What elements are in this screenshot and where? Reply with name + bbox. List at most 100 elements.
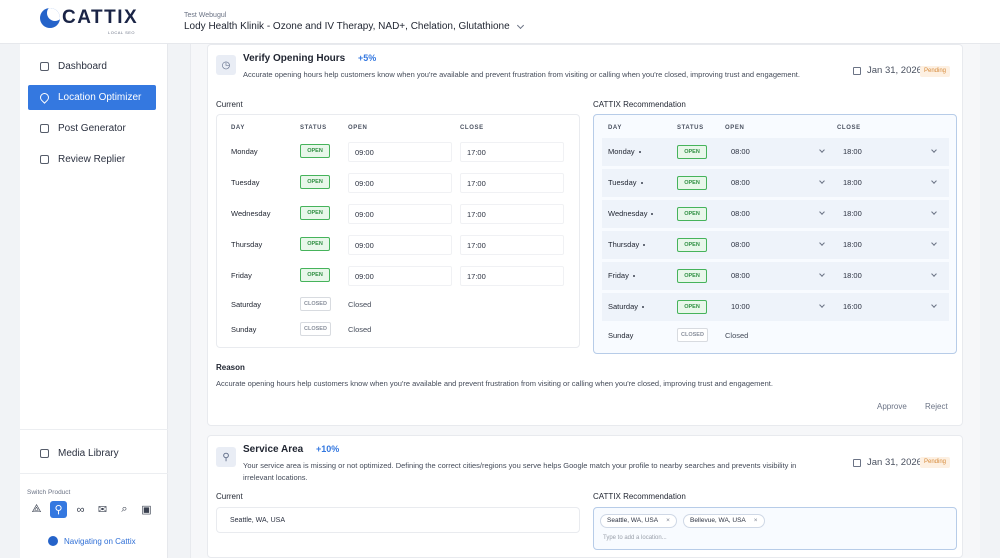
changed-dot-icon — [651, 213, 654, 216]
person-pin-icon[interactable]: ⚲ — [50, 501, 67, 518]
impact-percent: +5% — [358, 53, 377, 63]
status-toggle[interactable]: OPEN — [677, 207, 707, 221]
column-header-close: CLOSE — [460, 125, 484, 131]
close-time-value: 16:00 — [843, 302, 862, 311]
status-toggle[interactable]: OPEN — [677, 300, 707, 314]
close-time: 17:00 — [460, 173, 564, 193]
sidebar-item-media-library[interactable]: Media Library — [28, 441, 156, 466]
closed-text: Closed — [348, 300, 372, 309]
changed-dot-icon — [642, 306, 645, 309]
grid-icon — [40, 62, 49, 71]
column-header-status: STATUS — [300, 125, 327, 131]
close-time: 17:00 — [460, 142, 564, 162]
open-time: 09:00 — [348, 204, 452, 224]
close-time-select[interactable]: 18:00 — [837, 142, 942, 162]
chevron-down-icon — [931, 147, 937, 153]
location-chip[interactable]: Seattle, WA, USA × — [600, 514, 677, 528]
account-selector[interactable]: Test Webugul Lody Health Klinik - Ozone … — [184, 12, 524, 32]
changed-dot-icon — [632, 275, 635, 278]
status-toggle[interactable]: OPEN — [677, 269, 707, 283]
close-time-value: 18:00 — [843, 209, 862, 218]
status-toggle[interactable]: OPEN — [677, 145, 707, 159]
open-time-select[interactable]: 08:00 — [725, 173, 830, 193]
card-title: Service Area +10% — [243, 444, 339, 455]
close-time-select[interactable]: 18:00 — [837, 173, 942, 193]
close-time-select[interactable]: 16:00 — [837, 297, 942, 317]
close-time-select[interactable]: 18:00 — [837, 204, 942, 224]
day-label: Wednesday — [231, 209, 271, 218]
table-row: Monday OPEN 08:00 18:00 — [602, 138, 949, 166]
status-toggle[interactable]: CLOSED — [677, 328, 708, 342]
open-time-value: 08:00 — [731, 178, 750, 187]
status-toggle[interactable]: OPEN — [677, 176, 707, 190]
service-area-card: ⚲ Service Area +10% Your service area is… — [207, 435, 963, 558]
clock-icon: ◷ — [216, 55, 236, 75]
location-chip[interactable]: Bellevue, WA, USA × — [683, 514, 765, 528]
table-row: Friday OPEN 08:00 18:00 — [602, 262, 949, 290]
table-row: Saturday CLOSED Closed — [217, 295, 581, 317]
status-badge: OPEN — [300, 206, 330, 220]
infinity-icon[interactable]: ∞ — [72, 501, 89, 518]
close-time-value: 18:00 — [843, 240, 862, 249]
status-badge: OPEN — [300, 144, 330, 158]
status-badge: OPEN — [300, 175, 330, 189]
search-off-icon[interactable]: ⌕ — [116, 501, 133, 518]
sidebar: Dashboard Location Optimizer Post Genera… — [20, 44, 168, 558]
status-badge: OPEN — [300, 237, 330, 251]
mail-icon[interactable]: ✉ — [94, 501, 111, 518]
sidebar-item-review-replier[interactable]: Review Replier — [28, 147, 156, 172]
triangle-icon[interactable]: ⟁ — [28, 501, 45, 518]
sidebar-item-dashboard[interactable]: Dashboard — [28, 54, 156, 79]
close-time-select[interactable]: 18:00 — [837, 266, 942, 286]
chevron-down-icon — [819, 271, 825, 277]
open-time-select[interactable]: 08:00 — [725, 204, 830, 224]
close-icon[interactable]: × — [666, 517, 670, 524]
approve-button[interactable]: Approve — [877, 402, 907, 411]
table-row: Friday OPEN 09:00 17:00 — [217, 265, 581, 287]
card-description: Your service area is missing or not opti… — [243, 461, 797, 482]
status-badge: OPEN — [300, 268, 330, 282]
table-row: Saturday OPEN 10:00 16:00 — [602, 293, 949, 321]
close-time-value: 18:00 — [843, 271, 862, 280]
open-time-select[interactable]: 08:00 — [725, 142, 830, 162]
status-badge: Pending — [920, 66, 951, 77]
open-time-select[interactable]: 10:00 — [725, 297, 830, 317]
chevron-down-icon[interactable] — [516, 21, 524, 29]
navigating-link[interactable]: Navigating on Cattix — [48, 536, 136, 546]
card-title-text: Service Area — [243, 444, 304, 455]
open-time-select[interactable]: 08:00 — [725, 235, 830, 255]
switch-product-label: Switch Product — [27, 489, 71, 496]
changed-dot-icon — [643, 244, 646, 247]
card-date-text: Jan 31, 2026 — [867, 457, 922, 468]
column-header-status: STATUS — [677, 125, 704, 131]
changed-dot-icon — [640, 182, 643, 185]
sidebar-item-label: Post Generator — [58, 123, 126, 134]
sidebar-item-location-optimizer[interactable]: Location Optimizer — [28, 85, 156, 110]
closed-text: Closed — [348, 325, 372, 334]
current-service-area: Seattle, WA, USA — [216, 507, 580, 533]
recommendation-label: CATTIX Recommendation — [593, 492, 686, 501]
close-time-select[interactable]: 18:00 — [837, 235, 942, 255]
chevron-down-icon — [931, 209, 937, 215]
day-label: Wednesday — [608, 209, 654, 218]
reject-button[interactable]: Reject — [925, 402, 948, 411]
day-label-text: Friday — [608, 271, 629, 280]
open-time-value: 08:00 — [731, 209, 750, 218]
sidebar-item-post-generator[interactable]: Post Generator — [28, 116, 156, 141]
location-input[interactable]: Type to add a location... — [603, 535, 667, 541]
recommendation-label: CATTIX Recommendation — [593, 100, 686, 109]
close-icon[interactable]: × — [754, 517, 758, 524]
status-toggle[interactable]: OPEN — [677, 238, 707, 252]
open-time-select[interactable]: 08:00 — [725, 266, 830, 286]
sidebar-item-label: Location Optimizer — [58, 92, 142, 103]
image-icon[interactable]: ▣ — [138, 501, 155, 518]
table-row: Thursday OPEN 09:00 17:00 — [217, 234, 581, 256]
open-time: 09:00 — [348, 142, 452, 162]
open-time-value: 08:00 — [731, 240, 750, 249]
cattix-logo[interactable]: CATTIX LOCAL SEO — [40, 8, 138, 35]
day-label: Tuesday — [608, 178, 643, 187]
cattix-logo-icon — [48, 536, 58, 546]
impact-percent: +10% — [316, 444, 340, 454]
reason-label: Reason — [216, 363, 245, 372]
card-date-text: Jan 31, 2026 — [867, 65, 922, 76]
